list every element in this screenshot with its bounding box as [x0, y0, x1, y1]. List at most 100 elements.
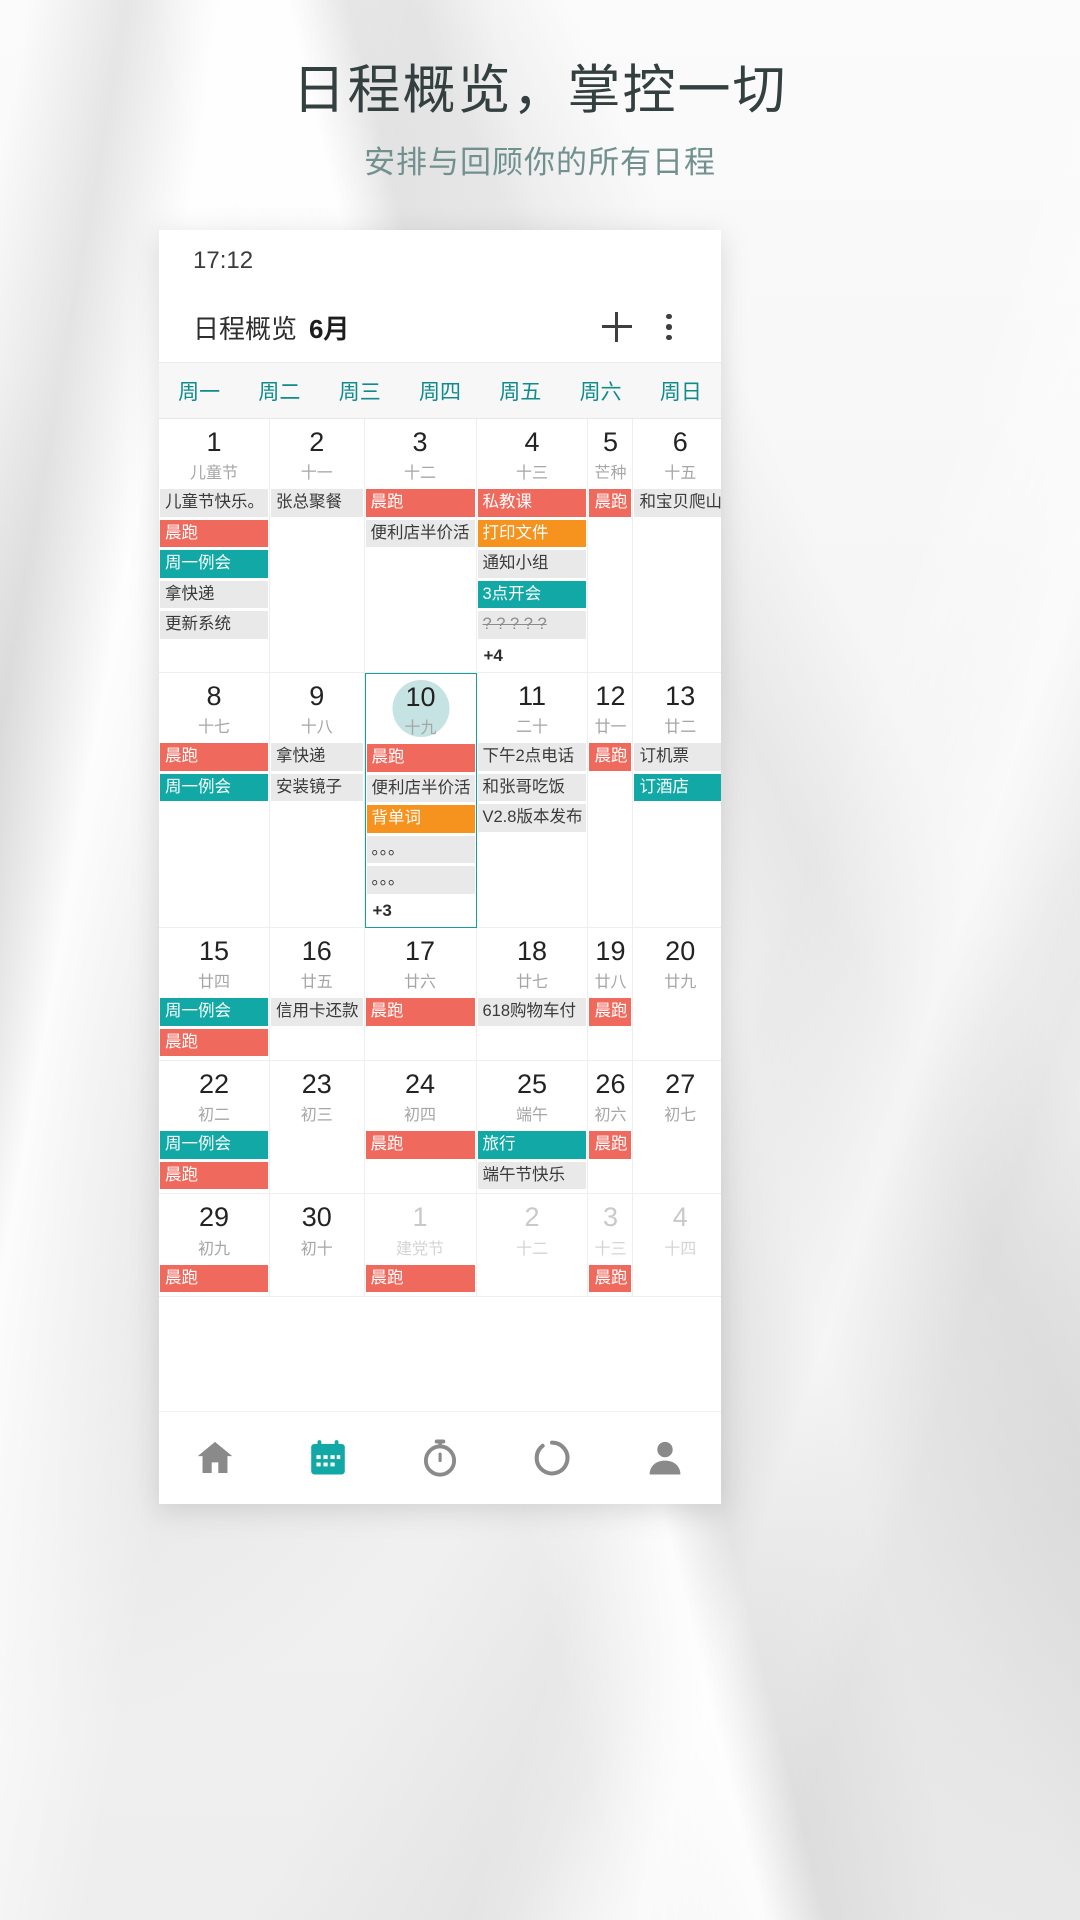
calendar-day-cell[interactable]: 5 芒种 晨跑: [588, 419, 634, 673]
event-chip[interactable]: 晨跑: [160, 1264, 268, 1293]
calendar-day-cell[interactable]: 24 初四 晨跑: [364, 1061, 477, 1195]
more-events-label[interactable]: +3: [367, 897, 475, 923]
event-chip[interactable]: 更新系统: [160, 611, 268, 639]
current-month-label[interactable]: 6月: [309, 309, 349, 346]
more-events-label[interactable]: +4: [478, 642, 587, 668]
event-chip[interactable]: 晨跑: [589, 1264, 632, 1293]
tab-timer[interactable]: [384, 1436, 496, 1480]
event-chip-list: [633, 1265, 721, 1269]
event-chip[interactable]: 背单词: [366, 805, 475, 833]
event-chip[interactable]: 晨跑: [589, 489, 632, 517]
calendar-day-cell[interactable]: 3 十三 晨跑: [588, 1194, 634, 1298]
event-chip[interactable]: 晨跑: [160, 743, 268, 771]
tab-progress[interactable]: [496, 1436, 608, 1480]
event-chip[interactable]: 订机票: [634, 743, 721, 771]
calendar-day-cell[interactable]: 9 十八 拿快递 安装镜子: [270, 672, 365, 928]
calendar-day-cell[interactable]: 18 廿七 618购物车付: [476, 927, 589, 1062]
event-chip[interactable]: 私教课: [477, 489, 587, 517]
event-chip-list: 618购物车付: [477, 998, 588, 1030]
event-chip-list: 晨跑: [588, 1264, 632, 1297]
calendar-day-cell[interactable]: 25 端午 旅行 端午节快乐: [476, 1061, 589, 1195]
calendar-day-cell[interactable]: 11 二十下午2点电话 和张哥吃饭 V2.8版本发布: [476, 672, 589, 928]
calendar-day-cell[interactable]: 1 建党节 晨跑: [364, 1194, 477, 1298]
event-chip[interactable]: 晨跑: [160, 519, 268, 548]
lunar-or-festival-label: 廿八: [594, 974, 627, 992]
calendar-day-cell[interactable]: 26 初六 晨跑: [588, 1061, 634, 1195]
event-chip[interactable]: 拿快递: [271, 743, 363, 771]
event-chip[interactable]: 通知小组: [477, 550, 587, 578]
day-header: 22 初二: [159, 1061, 269, 1125]
event-chip[interactable]: ? ? ? ? ?: [477, 611, 587, 639]
event-chip[interactable]: 周一例会: [160, 998, 268, 1026]
tab-profile[interactable]: [609, 1436, 721, 1480]
calendar-day-cell[interactable]: 3 十二 晨跑 便利店半价活: [364, 419, 477, 673]
calendar-day-cell[interactable]: 4 十三 私教课 打印文件 通知小组 3点开会? ? ? ? ? +4: [476, 419, 589, 673]
calendar-day-cell[interactable]: 23 初三: [270, 1061, 365, 1195]
event-chip[interactable]: 信用卡还款: [271, 998, 363, 1026]
day-header: 11 二十: [477, 673, 588, 737]
plus-icon: [602, 312, 632, 342]
event-chip[interactable]: 周一例会: [160, 1131, 268, 1159]
event-chip[interactable]: 便利店半价活: [366, 774, 475, 803]
event-chip[interactable]: 便利店半价活: [365, 519, 475, 548]
event-chip[interactable]: 晨跑: [160, 1028, 268, 1057]
weekday-4: 周四: [418, 381, 461, 404]
event-chip[interactable]: 晨跑: [365, 489, 475, 517]
lunar-or-festival-label: 初四: [403, 1107, 436, 1125]
day-number: 13: [665, 680, 696, 711]
calendar-day-cell[interactable]: 12 廿一 晨跑: [588, 672, 634, 928]
event-chip[interactable]: 旅行: [477, 1131, 587, 1159]
event-chip[interactable]: 拿快递: [160, 580, 268, 609]
event-chip[interactable]: 晨跑: [589, 743, 632, 771]
calendar-day-cell[interactable]: 2 十一 张总聚餐: [270, 419, 365, 673]
promo-subheadline: 安排与回顾你的所有日程: [364, 145, 716, 180]
calendar-day-cell[interactable]: 22 初二周一例会 晨跑: [159, 1061, 270, 1195]
calendar-day-cell[interactable]: 13 廿二 订机票 订酒店: [633, 672, 721, 928]
event-chip[interactable]: 。。。: [366, 835, 475, 864]
promo-headline: 日程概览，掌控一切: [292, 61, 788, 120]
day-header: 29 初九: [159, 1194, 269, 1258]
calendar-day-cell[interactable]: 29 初九晨跑: [159, 1194, 270, 1298]
event-chip[interactable]: 。。。: [366, 866, 475, 894]
calendar-day-cell[interactable]: 19 廿八 晨跑: [588, 927, 634, 1062]
event-chip[interactable]: 下午2点电话: [477, 743, 587, 771]
calendar-day-cell[interactable]: 6 十五 和宝贝爬山: [633, 419, 721, 673]
event-chip[interactable]: V2.8版本发布: [477, 804, 587, 832]
calendar-day-cell[interactable]: 20 廿九: [633, 927, 721, 1062]
event-chip[interactable]: 和宝贝爬山: [634, 489, 721, 517]
event-chip[interactable]: 晨跑: [365, 1264, 475, 1293]
calendar-day-cell[interactable]: 16 廿五 信用卡还款: [270, 927, 365, 1062]
event-chip[interactable]: 晨跑: [365, 998, 475, 1026]
calendar-day-cell[interactable]: 2 十二: [476, 1194, 589, 1298]
event-chip[interactable]: 3点开会: [477, 580, 587, 609]
overflow-menu-button[interactable]: [643, 301, 695, 353]
calendar-day-cell[interactable]: 17 廿六 晨跑: [364, 927, 477, 1062]
weekday-5: 周五: [499, 381, 542, 404]
calendar-day-cell[interactable]: 27 初七: [633, 1061, 721, 1195]
add-event-button[interactable]: [591, 301, 643, 353]
event-chip[interactable]: 周一例会: [160, 773, 268, 802]
tab-home[interactable]: [159, 1436, 271, 1480]
calendar-day-cell[interactable]: 8 十七 晨跑 周一例会: [159, 672, 270, 928]
tab-calendar[interactable]: [271, 1437, 383, 1479]
event-chip[interactable]: 打印文件: [477, 519, 587, 548]
event-chip[interactable]: 晨跑: [589, 1131, 632, 1159]
event-chip[interactable]: 晨跑: [366, 744, 475, 772]
event-chip[interactable]: 安装镜子: [271, 773, 363, 802]
event-chip[interactable]: 和张哥吃饭: [477, 773, 587, 802]
event-chip[interactable]: 端午节快乐: [477, 1161, 587, 1190]
event-chip[interactable]: 张总聚餐: [271, 489, 363, 517]
calendar-day-cell[interactable]: 4 十四: [633, 1194, 721, 1298]
event-chip[interactable]: 儿童节快乐。: [160, 489, 268, 517]
calendar-day-cell[interactable]: 15 廿四 周一例会 晨跑: [159, 927, 270, 1062]
event-chip-list: 晨跑: [588, 743, 632, 775]
event-chip[interactable]: 618购物车付: [477, 998, 587, 1026]
calendar-day-cell[interactable]: 1 儿童节 儿童节快乐。 晨跑 周一例会 拿快递 更新系统: [159, 419, 270, 673]
event-chip[interactable]: 晨跑: [589, 998, 632, 1026]
event-chip[interactable]: 晨跑: [365, 1131, 475, 1159]
calendar-day-cell[interactable]: 30 初十: [270, 1194, 365, 1298]
event-chip[interactable]: 周一例会: [160, 550, 268, 578]
calendar-day-cell[interactable]: 10 十九 晨跑 便利店半价活 背单词。。。。。。 +3: [364, 672, 477, 928]
event-chip[interactable]: 订酒店: [634, 773, 721, 802]
event-chip[interactable]: 晨跑: [160, 1161, 268, 1190]
